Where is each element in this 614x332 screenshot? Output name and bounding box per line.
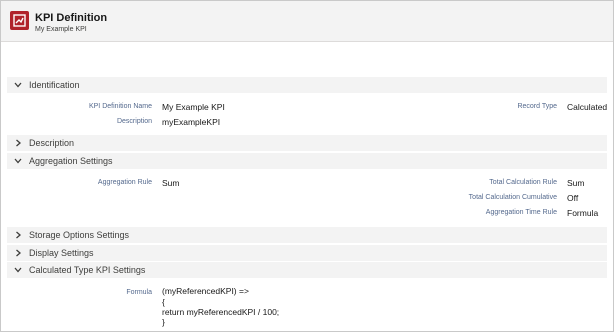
chevron-right-icon [16, 139, 21, 147]
description-value: myExampleKPI [162, 117, 221, 127]
total-cumulative-value: Off [567, 193, 579, 203]
chevron-down-icon [14, 158, 22, 164]
section-label: Calculated Type KPI Settings [29, 265, 146, 275]
section-identification[interactable]: Identification [7, 77, 607, 93]
page-title: KPI Definition [35, 12, 108, 24]
aggregation-rule-label: Aggregation Rule [97, 179, 152, 186]
kpi-name-label: KPI Definition Name [88, 103, 152, 110]
record-type-label: Record Type [517, 103, 557, 110]
chevron-right-icon [16, 249, 21, 257]
aggregation-rule-value: Sum [162, 178, 180, 188]
total-calc-label: Total Calculation Rule [489, 179, 557, 186]
section-calculated-type[interactable]: Calculated Type KPI Settings [7, 262, 607, 278]
formula-line-4: } [162, 317, 165, 327]
record-type-value: Calculated [567, 102, 608, 112]
section-label: Aggregation Settings [29, 156, 113, 166]
formula-line-3: return myReferencedKPI / 100; [162, 307, 280, 317]
kpi-name-value: My Example KPI [162, 102, 225, 112]
section-aggregation[interactable]: Aggregation Settings [7, 153, 607, 169]
time-rule-value: Formula [567, 208, 599, 218]
total-cumulative-label: Total Calculation Cumulative [468, 194, 557, 201]
section-label: Identification [29, 80, 80, 90]
chevron-down-icon [14, 267, 22, 273]
page-subtitle: My Example KPI [35, 26, 87, 33]
formula-line-2: { [162, 297, 165, 307]
formula-label: Formula [126, 289, 152, 296]
section-label: Storage Options Settings [29, 230, 130, 240]
time-rule-label: Aggregation Time Rule [485, 209, 557, 216]
formula-line-1: (myReferencedKPI) => [162, 286, 249, 296]
section-label: Description [29, 138, 75, 148]
section-description[interactable]: Description [7, 135, 607, 151]
total-calc-value: Sum [567, 178, 585, 188]
page-header: KPI Definition My Example KPI [1, 1, 613, 42]
section-label: Display Settings [29, 248, 94, 258]
chevron-right-icon [16, 231, 21, 239]
chevron-down-icon [14, 82, 22, 88]
kpi-logo-icon [10, 11, 29, 30]
section-display[interactable]: Display Settings [7, 245, 607, 261]
section-storage-options[interactable]: Storage Options Settings [7, 227, 607, 243]
kpi-definition-page: KPI Definition My Example KPI Identifica… [0, 0, 614, 332]
description-label: Description [116, 118, 152, 125]
